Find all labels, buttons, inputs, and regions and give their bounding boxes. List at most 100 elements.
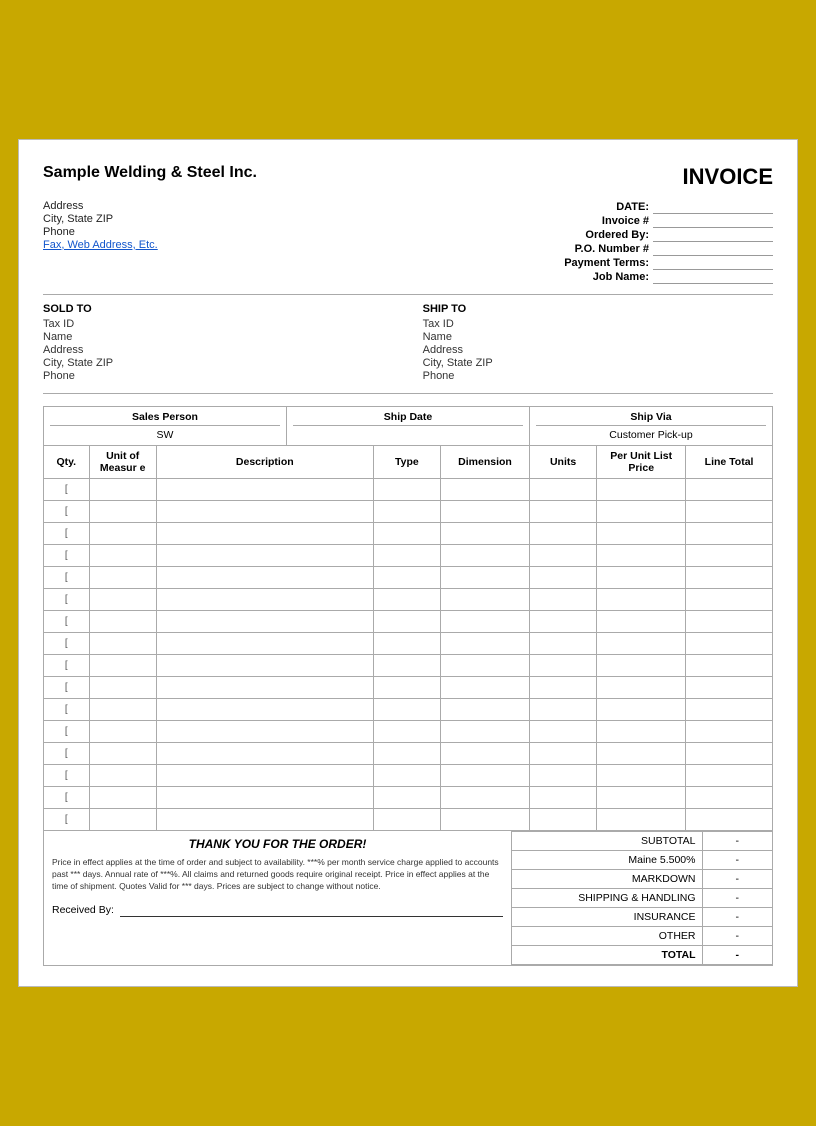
col-units: Units	[529, 446, 596, 479]
total-label: TOTAL	[512, 946, 702, 965]
sold-to-city: City, State ZIP	[43, 357, 393, 369]
ship-date-cell: Ship Date	[287, 407, 530, 445]
table-cell	[529, 699, 596, 721]
table-cell	[441, 523, 530, 545]
table-cell	[156, 787, 373, 809]
table-cell	[373, 765, 440, 787]
table-cell: [	[44, 721, 90, 743]
table-cell	[156, 655, 373, 677]
job-name-label: Job Name:	[562, 270, 653, 284]
po-number-label: P.O. Number #	[562, 242, 653, 256]
job-name-value	[653, 270, 773, 284]
table-cell	[441, 809, 530, 831]
table-cell	[597, 589, 686, 611]
table-cell	[373, 633, 440, 655]
table-cell	[686, 567, 773, 589]
footer-left: THANK YOU FOR THE ORDER! Price in effect…	[44, 831, 512, 965]
table-cell	[686, 479, 773, 501]
header: Sample Welding & Steel Inc. INVOICE	[43, 164, 773, 190]
tax-label: Maine 5.500%	[512, 851, 702, 870]
ship-to-name: Name	[423, 331, 773, 343]
table-cell	[373, 545, 440, 567]
company-name: Sample Welding & Steel Inc.	[43, 164, 257, 182]
table-cell	[373, 611, 440, 633]
ship-to-phone: Phone	[423, 370, 773, 382]
table-cell	[441, 677, 530, 699]
other-label: OTHER	[512, 927, 702, 946]
company-fax: Fax, Web Address, Etc.	[43, 239, 158, 251]
table-cell	[529, 787, 596, 809]
table-cell	[686, 677, 773, 699]
table-cell	[529, 589, 596, 611]
table-cell	[597, 699, 686, 721]
payment-terms-value	[653, 256, 773, 270]
table-cell	[529, 655, 596, 677]
table-cell	[373, 699, 440, 721]
table-cell	[529, 765, 596, 787]
ship-to-block: SHIP TO Tax ID Name Address City, State …	[423, 303, 773, 383]
table-cell: [	[44, 655, 90, 677]
table-cell	[373, 721, 440, 743]
table-cell	[441, 655, 530, 677]
sold-to-name: Name	[43, 331, 393, 343]
table-cell	[373, 589, 440, 611]
table-cell	[686, 633, 773, 655]
addresses: SOLD TO Tax ID Name Address City, State …	[43, 303, 773, 394]
table-cell	[686, 721, 773, 743]
table-cell	[597, 809, 686, 831]
table-cell	[597, 523, 686, 545]
table-cell	[89, 787, 156, 809]
table-cell	[156, 633, 373, 655]
table-cell	[597, 677, 686, 699]
table-cell: [	[44, 743, 90, 765]
table-cell	[529, 567, 596, 589]
company-phone: Phone	[43, 226, 158, 238]
table-cell	[441, 589, 530, 611]
table-cell: [	[44, 479, 90, 501]
table-cell: [	[44, 523, 90, 545]
table-cell	[597, 501, 686, 523]
sold-to-phone: Phone	[43, 370, 393, 382]
markdown-value: -	[702, 870, 772, 889]
table-cell	[441, 721, 530, 743]
table-cell	[156, 699, 373, 721]
markdown-label: MARKDOWN	[512, 870, 702, 889]
subtotal-value: -	[702, 832, 772, 851]
sales-person-value: SW	[50, 429, 280, 441]
table-cell	[373, 523, 440, 545]
table-cell	[89, 721, 156, 743]
table-cell	[686, 765, 773, 787]
table-cell: [	[44, 589, 90, 611]
sales-person-cell: Sales Person SW	[44, 407, 287, 445]
col-dimension: Dimension	[441, 446, 530, 479]
info-section: Address City, State ZIP Phone Fax, Web A…	[43, 200, 773, 296]
table-cell	[156, 809, 373, 831]
items-table: Qty. Unit of Measur e Description Type D…	[43, 445, 773, 831]
table-cell	[686, 589, 773, 611]
invoice-meta: DATE: Invoice # Ordered By: P.O. Number …	[562, 200, 773, 285]
table-cell	[686, 523, 773, 545]
table-cell	[597, 479, 686, 501]
table-cell	[89, 545, 156, 567]
table-cell	[597, 765, 686, 787]
ship-to-city: City, State ZIP	[423, 357, 773, 369]
signature-line	[120, 903, 503, 917]
table-cell	[529, 501, 596, 523]
table-cell	[373, 677, 440, 699]
table-cell	[156, 765, 373, 787]
table-cell	[89, 677, 156, 699]
table-cell	[441, 611, 530, 633]
table-cell	[156, 479, 373, 501]
table-cell	[529, 743, 596, 765]
table-cell	[597, 567, 686, 589]
table-cell	[373, 479, 440, 501]
table-cell: [	[44, 765, 90, 787]
ship-via-label: Ship Via	[536, 411, 766, 426]
ship-to-address: Address	[423, 344, 773, 356]
total-value: -	[702, 946, 772, 965]
table-cell	[89, 589, 156, 611]
table-cell	[597, 655, 686, 677]
table-cell	[686, 699, 773, 721]
table-cell	[441, 567, 530, 589]
company-fax-link[interactable]: Fax, Web Address, Etc.	[43, 239, 158, 251]
